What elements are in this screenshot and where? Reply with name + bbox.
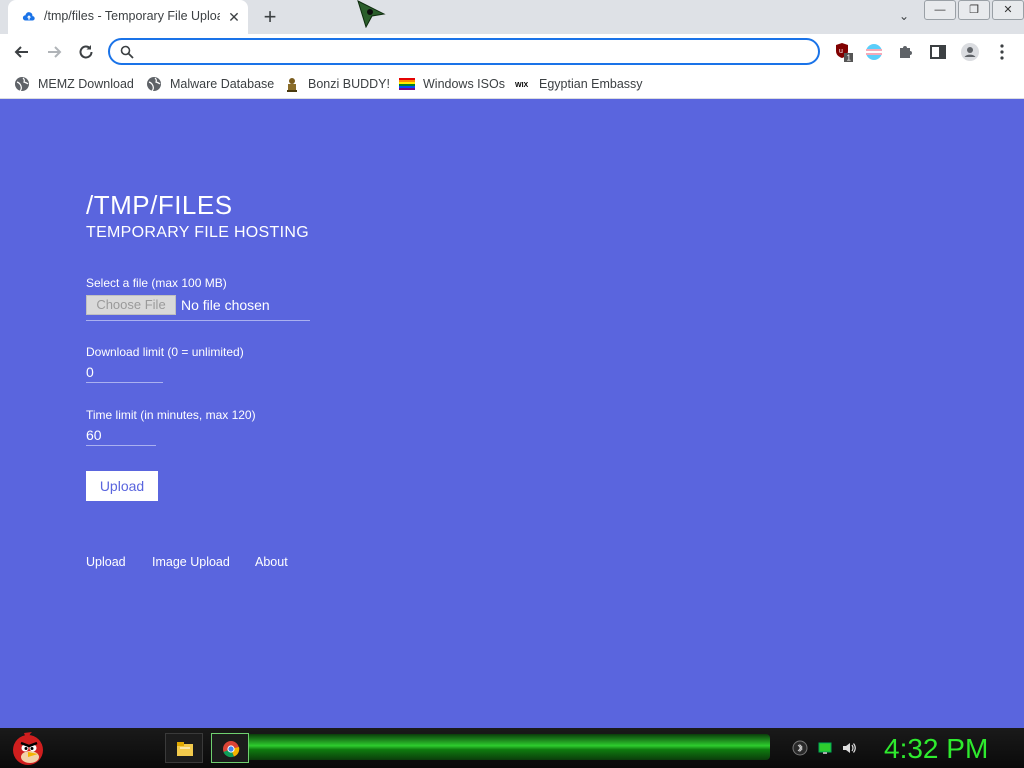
wix-icon: WIX: [515, 82, 529, 89]
volume-tray-icon[interactable]: [841, 740, 857, 756]
new-tab-button[interactable]: +: [260, 6, 280, 28]
tab-strip: /tmp/files - Temporary File Upload ✕ + ⌄…: [0, 0, 1024, 34]
time-limit-input[interactable]: [86, 424, 156, 446]
footer-link-upload[interactable]: Upload: [86, 555, 126, 569]
puzzle-extensions-icon[interactable]: [896, 42, 916, 62]
side-panel-icon[interactable]: [928, 42, 948, 62]
taskbar-file-explorer[interactable]: [165, 733, 203, 763]
tab-search-chevron-icon[interactable]: ⌄: [896, 9, 912, 25]
browser-toolbar: u 1: [0, 34, 1024, 70]
tab-close-icon[interactable]: ✕: [226, 9, 242, 25]
mouse-cursor-icon: [357, 0, 386, 28]
choose-file-button[interactable]: Choose File: [86, 295, 176, 315]
bookmark-label: MEMZ Download: [38, 77, 134, 91]
page-content: /TMP/FILES TEMPORARY FILE HOSTING Select…: [0, 99, 1024, 728]
footer-link-about[interactable]: About: [255, 555, 288, 569]
download-limit-label: Download limit (0 = unlimited): [86, 345, 244, 359]
rainbow-flag-icon: [399, 78, 415, 90]
chrome-icon: [223, 741, 240, 758]
bookmark-malware-database[interactable]: Malware Database: [146, 76, 274, 92]
file-input[interactable]: Choose File No file chosen: [86, 295, 310, 321]
pride-extension-icon[interactable]: [864, 42, 884, 62]
no-file-text: No file chosen: [181, 297, 270, 313]
address-bar[interactable]: [108, 38, 820, 65]
forward-arrow-icon[interactable]: [44, 42, 64, 62]
tab-title: /tmp/files - Temporary File Upload: [44, 9, 220, 23]
bookmark-memz-download[interactable]: MEMZ Download: [14, 76, 134, 92]
minimize-button[interactable]: —: [924, 0, 956, 20]
footer-link-image-upload[interactable]: Image Upload: [152, 555, 230, 569]
cloud-upload-icon: [22, 12, 35, 21]
bookmark-label: Windows ISOs: [423, 77, 505, 91]
bookmark-windows-isos[interactable]: Windows ISOs: [399, 76, 505, 92]
back-arrow-icon[interactable]: [12, 42, 32, 62]
upload-button[interactable]: Upload: [86, 471, 158, 501]
tab-active[interactable]: /tmp/files - Temporary File Upload ✕: [8, 0, 248, 34]
ublock-extension-icon[interactable]: u 1: [834, 42, 854, 63]
network-tray-icon[interactable]: [817, 740, 833, 756]
taskbar-chrome[interactable]: [211, 733, 249, 763]
taskbar-clock[interactable]: 4:32 PM: [884, 733, 988, 765]
address-input[interactable]: [144, 42, 808, 64]
bookmark-label: Egyptian Embassy: [539, 77, 643, 91]
restore-button[interactable]: ❐: [958, 0, 990, 20]
taskbar-glow: [230, 734, 770, 760]
bookmarks-bar: MEMZ Download Malware Database Bonzi BUD…: [0, 70, 1024, 99]
page-subtitle: TEMPORARY FILE HOSTING: [86, 224, 309, 241]
profile-avatar-icon[interactable]: [960, 42, 980, 62]
svg-text:u: u: [839, 48, 843, 55]
search-icon: [120, 45, 134, 59]
bluetooth-tray-icon[interactable]: [792, 740, 808, 756]
extension-badge: 1: [847, 54, 852, 63]
file-label: Select a file (max 100 MB): [86, 276, 227, 290]
folder-icon: [177, 742, 193, 756]
bookmark-label: Malware Database: [170, 77, 275, 91]
svg-text:WIX: WIX: [515, 82, 529, 89]
window-controls: — ❐ ✕: [922, 0, 1024, 20]
globe-icon: [15, 77, 29, 92]
bonzi-icon: [287, 78, 297, 92]
window-close-button[interactable]: ✕: [992, 0, 1024, 20]
download-limit-input[interactable]: [86, 361, 163, 383]
time-limit-label: Time limit (in minutes, max 120): [86, 408, 256, 422]
page-title: /TMP/FILES: [86, 190, 233, 220]
angry-bird-start-icon[interactable]: [10, 729, 48, 767]
globe-icon: [147, 77, 161, 92]
bookmark-egyptian-embassy[interactable]: WIX Egyptian Embassy: [515, 76, 643, 92]
taskbar: [0, 728, 1024, 768]
menu-kebab-icon[interactable]: [992, 42, 1012, 62]
bookmark-bonzi-buddy[interactable]: Bonzi BUDDY!: [284, 76, 390, 92]
bookmark-label: Bonzi BUDDY!: [308, 77, 390, 91]
reload-icon[interactable]: [76, 42, 96, 62]
